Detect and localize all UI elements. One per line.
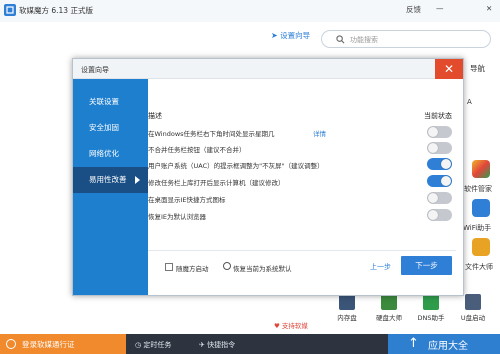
ramdisk-label: 内存盘	[337, 314, 357, 322]
user-icon	[6, 339, 16, 349]
dns-tool[interactable]: DNS助手	[416, 292, 446, 322]
login-button[interactable]: 登录软媒通行证	[0, 334, 126, 354]
search-placeholder: 功能搜索	[350, 36, 378, 44]
file-master-icon[interactable]	[472, 238, 490, 256]
support-label: 支持软媒	[281, 322, 308, 330]
clock-icon: ◷	[135, 341, 142, 349]
bottom-bar: 登录软媒通行证 ◷ 定时任务 ✈ 快捷指令 ↑ 应用大全	[0, 334, 500, 354]
search-input[interactable]: 功能搜索	[321, 30, 491, 48]
support-link[interactable]: ♥ 支持软媒	[274, 320, 308, 330]
software-manager-icon[interactable]	[472, 160, 490, 178]
dialog-close-button[interactable]: ✕	[435, 59, 463, 79]
autostart-checkbox[interactable]	[165, 263, 173, 271]
minimize-button[interactable]: —	[436, 4, 444, 13]
reset-default-link[interactable]: 恢复当前为系统默认	[233, 263, 292, 273]
app-store-button[interactable]: ↑ 应用大全	[388, 334, 500, 354]
search-icon	[336, 35, 345, 44]
usb-boot-label: U盘启动	[460, 314, 486, 322]
login-label: 登录软媒通行证	[22, 340, 75, 349]
caret-right-icon	[135, 176, 140, 184]
disk-master-label: 硬盘大师	[376, 314, 402, 322]
timer-task-label: 定时任务	[143, 341, 172, 349]
app-title: 软媒魔方 6.13 正式版	[19, 6, 93, 15]
wizard-nav: 关联设置 安全加固 网络优化 易用性改善	[73, 79, 148, 295]
disk-master-tool[interactable]: 硬盘大师	[374, 292, 404, 322]
wizard-link[interactable]: ➤ 设置向导	[271, 30, 310, 41]
arrow-up-icon: ↑	[408, 336, 419, 351]
next-step-button[interactable]: 下一步	[401, 256, 452, 275]
ramdisk-tool[interactable]: 内存盘	[332, 292, 362, 322]
software-manager-label: 软件管家	[464, 185, 492, 193]
wifi-label: WiFi助手	[463, 224, 492, 232]
nav-item-association[interactable]: 关联设置	[73, 89, 148, 115]
usb-boot-icon	[465, 294, 481, 310]
window-close-button[interactable]: ✕	[486, 4, 492, 13]
bottom-icons: 内存盘 硬盘大师 DNS助手 U盘启动	[328, 292, 500, 332]
nav-item-network[interactable]: 网络优化	[73, 141, 148, 167]
nav-item-label: 安全加固	[89, 123, 119, 132]
prev-step-button[interactable]: 上一步	[370, 262, 391, 272]
wizard-link-label: 设置向导	[280, 31, 311, 40]
wifi-icon[interactable]	[472, 199, 490, 217]
dns-label: DNS助手	[417, 314, 445, 322]
reset-icon[interactable]	[223, 262, 231, 270]
dns-icon	[423, 294, 439, 310]
send-icon: ➤	[271, 31, 278, 40]
divider	[148, 250, 456, 251]
app-logo-icon	[4, 4, 16, 16]
main-titlebar: 软媒魔方 6.13 正式版 反馈 — ✕	[0, 0, 500, 22]
shortcut-command-button[interactable]: ✈ 快捷指令	[199, 340, 235, 350]
description-header: 描述	[148, 112, 162, 120]
dialog-titlebar: 设置向导 ✕	[73, 59, 463, 79]
nav-item-label: 网络优化	[89, 149, 119, 158]
autostart-label: 随魔方启动	[176, 265, 209, 273]
nav-item-label: 易用性改善	[89, 175, 127, 184]
dialog-title: 设置向导	[81, 66, 109, 74]
heart-icon: ♥	[274, 322, 280, 330]
usb-boot-tool[interactable]: U盘启动	[458, 292, 488, 322]
runner-icon: ✈	[199, 341, 205, 349]
nav-item-label: 关联设置	[89, 97, 119, 106]
file-master-label: 文件大师	[465, 263, 493, 271]
app-store-label: 应用大全	[428, 341, 468, 352]
timer-task-button[interactable]: ◷ 定时任务	[135, 340, 171, 350]
shortcut-command-label: 快捷指令	[207, 341, 236, 349]
disk-master-icon	[381, 294, 397, 310]
nav-item-security[interactable]: 安全加固	[73, 115, 148, 141]
ramdisk-icon	[339, 294, 355, 310]
feedback-link[interactable]: 反馈	[406, 4, 421, 15]
nav-peek-label: 导航	[470, 64, 485, 73]
peek-letter: A	[467, 98, 472, 106]
status-header: 当前状态	[424, 112, 452, 120]
nav-item-usability[interactable]: 易用性改善	[73, 167, 148, 193]
